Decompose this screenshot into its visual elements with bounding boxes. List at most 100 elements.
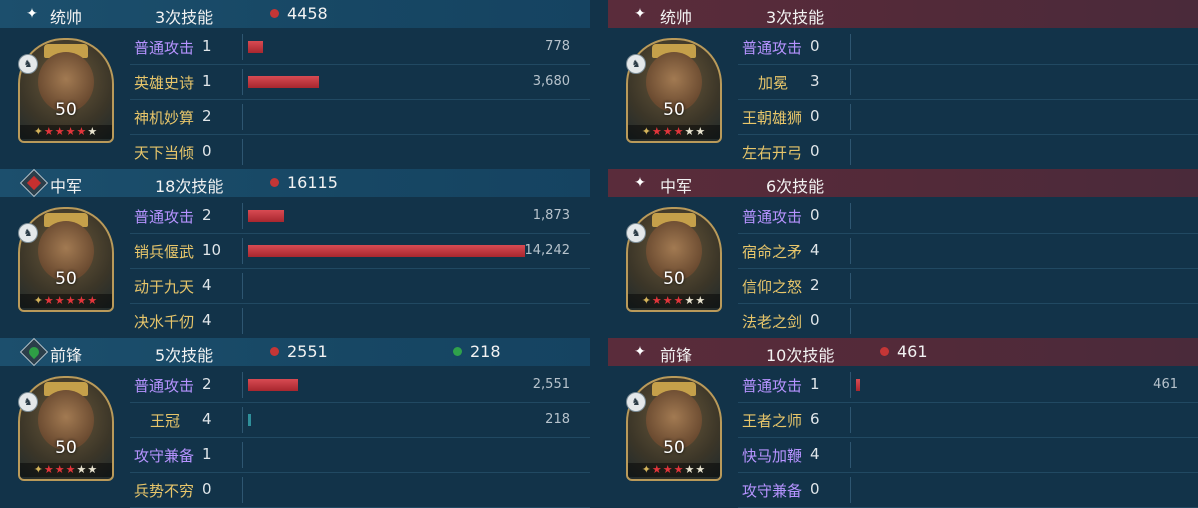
skill-count-value: 0 <box>810 107 820 125</box>
damage-value: 218 <box>545 412 570 427</box>
hero-header: 中军 18次技能 16115 <box>0 168 590 198</box>
skill-count: 18次技能 <box>155 177 224 196</box>
star-icon: ★ <box>673 125 685 138</box>
skill-row: 决水千仞 4 <box>130 304 590 339</box>
star-icon: ★ <box>684 463 696 476</box>
row-divider <box>242 203 243 229</box>
star-icon: ★ <box>695 463 707 476</box>
star-icon: ★ <box>87 125 99 138</box>
hero-level: 50 <box>663 438 685 458</box>
row-divider <box>850 238 851 264</box>
star-rating: ✦★★★★★ <box>20 463 112 477</box>
hero-block: ✦ 中军 6次技能 50 ✦★★★★★ ♞ 普通攻击 0 宿命之矛 4 信仰之怒 2 法老之剑 0 <box>608 169 1198 339</box>
skill-list: 普通攻击 1 778 英雄史诗 1 3,680 神机妙算 2 天下当倾 0 <box>130 30 590 170</box>
skill-row: 天下当倾 0 <box>130 135 590 170</box>
hero-block: 前锋 5次技能 2551 218 50 ✦★★★★★ ♞ 普通攻击 2 2,551 王冠 4 218 攻守… <box>0 337 590 508</box>
skill-list: 普通攻击 0 加冕 3 王朝雄狮 0 左右开弓 0 <box>738 30 1198 170</box>
row-divider <box>242 139 243 165</box>
damage-value: 14,242 <box>524 243 571 258</box>
star-icon: ★ <box>87 463 99 476</box>
damage-value: 1,873 <box>532 208 570 223</box>
skill-name: 加冕 <box>758 74 789 92</box>
skill-count-value: 4 <box>810 241 820 259</box>
row-divider <box>242 238 243 264</box>
troop-type-icon: ♞ <box>626 223 646 243</box>
row-divider <box>850 139 851 165</box>
hero-portrait[interactable]: 50 ✦★★★★★ <box>626 376 722 481</box>
position-name: 前锋 <box>50 346 83 365</box>
skill-row: 快马加鞭 4 <box>738 438 1198 473</box>
sparkle-icon: ✦ <box>634 344 646 360</box>
sparkle-icon: ✦ <box>634 175 646 191</box>
star-icon: ★ <box>673 294 685 307</box>
skill-count-value: 6 <box>810 410 820 428</box>
hero-header: ✦ 中军 6次技能 <box>608 169 1198 197</box>
damage-value: 461 <box>897 342 928 361</box>
hero-portrait[interactable]: 50 ✦★★★★★ <box>626 207 722 312</box>
skill-row: 普通攻击 0 <box>738 199 1198 234</box>
star-icon: ★ <box>673 463 685 476</box>
hero-level: 50 <box>663 269 685 289</box>
hero-level: 50 <box>55 100 77 120</box>
skill-row: 普通攻击 2 1,873 <box>130 199 590 234</box>
skill-row: 攻守兼备 1 <box>130 438 590 473</box>
skill-count-value: 2 <box>202 206 212 224</box>
hero-header: ✦ 前锋 10次技能 461 <box>608 338 1198 366</box>
skill-name: 动于九天 <box>134 278 195 296</box>
skill-name: 普通攻击 <box>742 39 803 57</box>
damage-dot-icon <box>270 9 279 18</box>
hero-portrait[interactable]: 50 ✦★★★★★ <box>18 38 114 143</box>
skill-name: 攻守兼备 <box>742 482 803 500</box>
skill-count: 3次技能 <box>155 8 214 27</box>
row-divider <box>242 104 243 130</box>
hero-header: 前锋 5次技能 2551 218 <box>0 337 590 367</box>
skill-row: 攻守兼备 0 <box>738 473 1198 508</box>
skill-count-value: 1 <box>810 375 820 393</box>
damage-bar <box>248 245 525 257</box>
row-divider <box>242 407 243 433</box>
damage-dot-icon <box>880 347 889 356</box>
skill-count-value: 3 <box>810 72 820 90</box>
damage-value: 3,680 <box>532 74 570 89</box>
hero-level: 50 <box>663 100 685 120</box>
skill-name: 普通攻击 <box>134 39 195 57</box>
hero-portrait[interactable]: 50 ✦★★★★★ <box>18 207 114 312</box>
skill-name: 普通攻击 <box>742 208 803 226</box>
skill-name: 信仰之怒 <box>742 278 803 296</box>
star-icon: ★ <box>651 125 663 138</box>
skill-count-value: 2 <box>202 107 212 125</box>
skill-count-value: 2 <box>202 375 212 393</box>
hero-portrait[interactable]: 50 ✦★★★★★ <box>18 376 114 481</box>
skill-row: 销兵偃武 10 14,242 <box>130 234 590 269</box>
star-icon: ★ <box>65 294 77 307</box>
skill-name: 英雄史诗 <box>134 74 195 92</box>
skill-row: 王者之师 6 <box>738 403 1198 438</box>
star-icon: ★ <box>43 125 55 138</box>
row-divider <box>850 104 851 130</box>
star-icon: ★ <box>54 463 66 476</box>
row-divider <box>242 477 243 503</box>
rank-icon: ✦ <box>641 294 652 307</box>
star-icon: ★ <box>695 125 707 138</box>
damage-value: 4458 <box>287 4 328 23</box>
hero-portrait[interactable]: 50 ✦★★★★★ <box>626 38 722 143</box>
damage-dot-icon <box>270 178 279 187</box>
skill-name: 神机妙算 <box>134 109 195 127</box>
row-divider <box>850 442 851 468</box>
skill-name: 普通攻击 <box>134 208 195 226</box>
rank-icon: ✦ <box>641 125 652 138</box>
star-rating: ✦★★★★★ <box>628 125 720 139</box>
skill-count: 3次技能 <box>766 8 825 27</box>
skill-count-value: 4 <box>810 445 820 463</box>
skill-list: 普通攻击 2 2,551 王冠 4 218 攻守兼备 1 兵势不穷 0 <box>130 368 590 508</box>
rank-icon: ✦ <box>33 125 44 138</box>
star-icon: ★ <box>54 294 66 307</box>
row-divider <box>242 34 243 60</box>
skill-name: 快马加鞭 <box>742 447 803 465</box>
sparkle-icon: ✦ <box>26 6 38 22</box>
damage-value: 2,551 <box>532 377 570 392</box>
star-icon: ★ <box>684 294 696 307</box>
star-icon: ★ <box>76 294 88 307</box>
star-icon: ★ <box>651 294 663 307</box>
star-icon: ★ <box>76 125 88 138</box>
